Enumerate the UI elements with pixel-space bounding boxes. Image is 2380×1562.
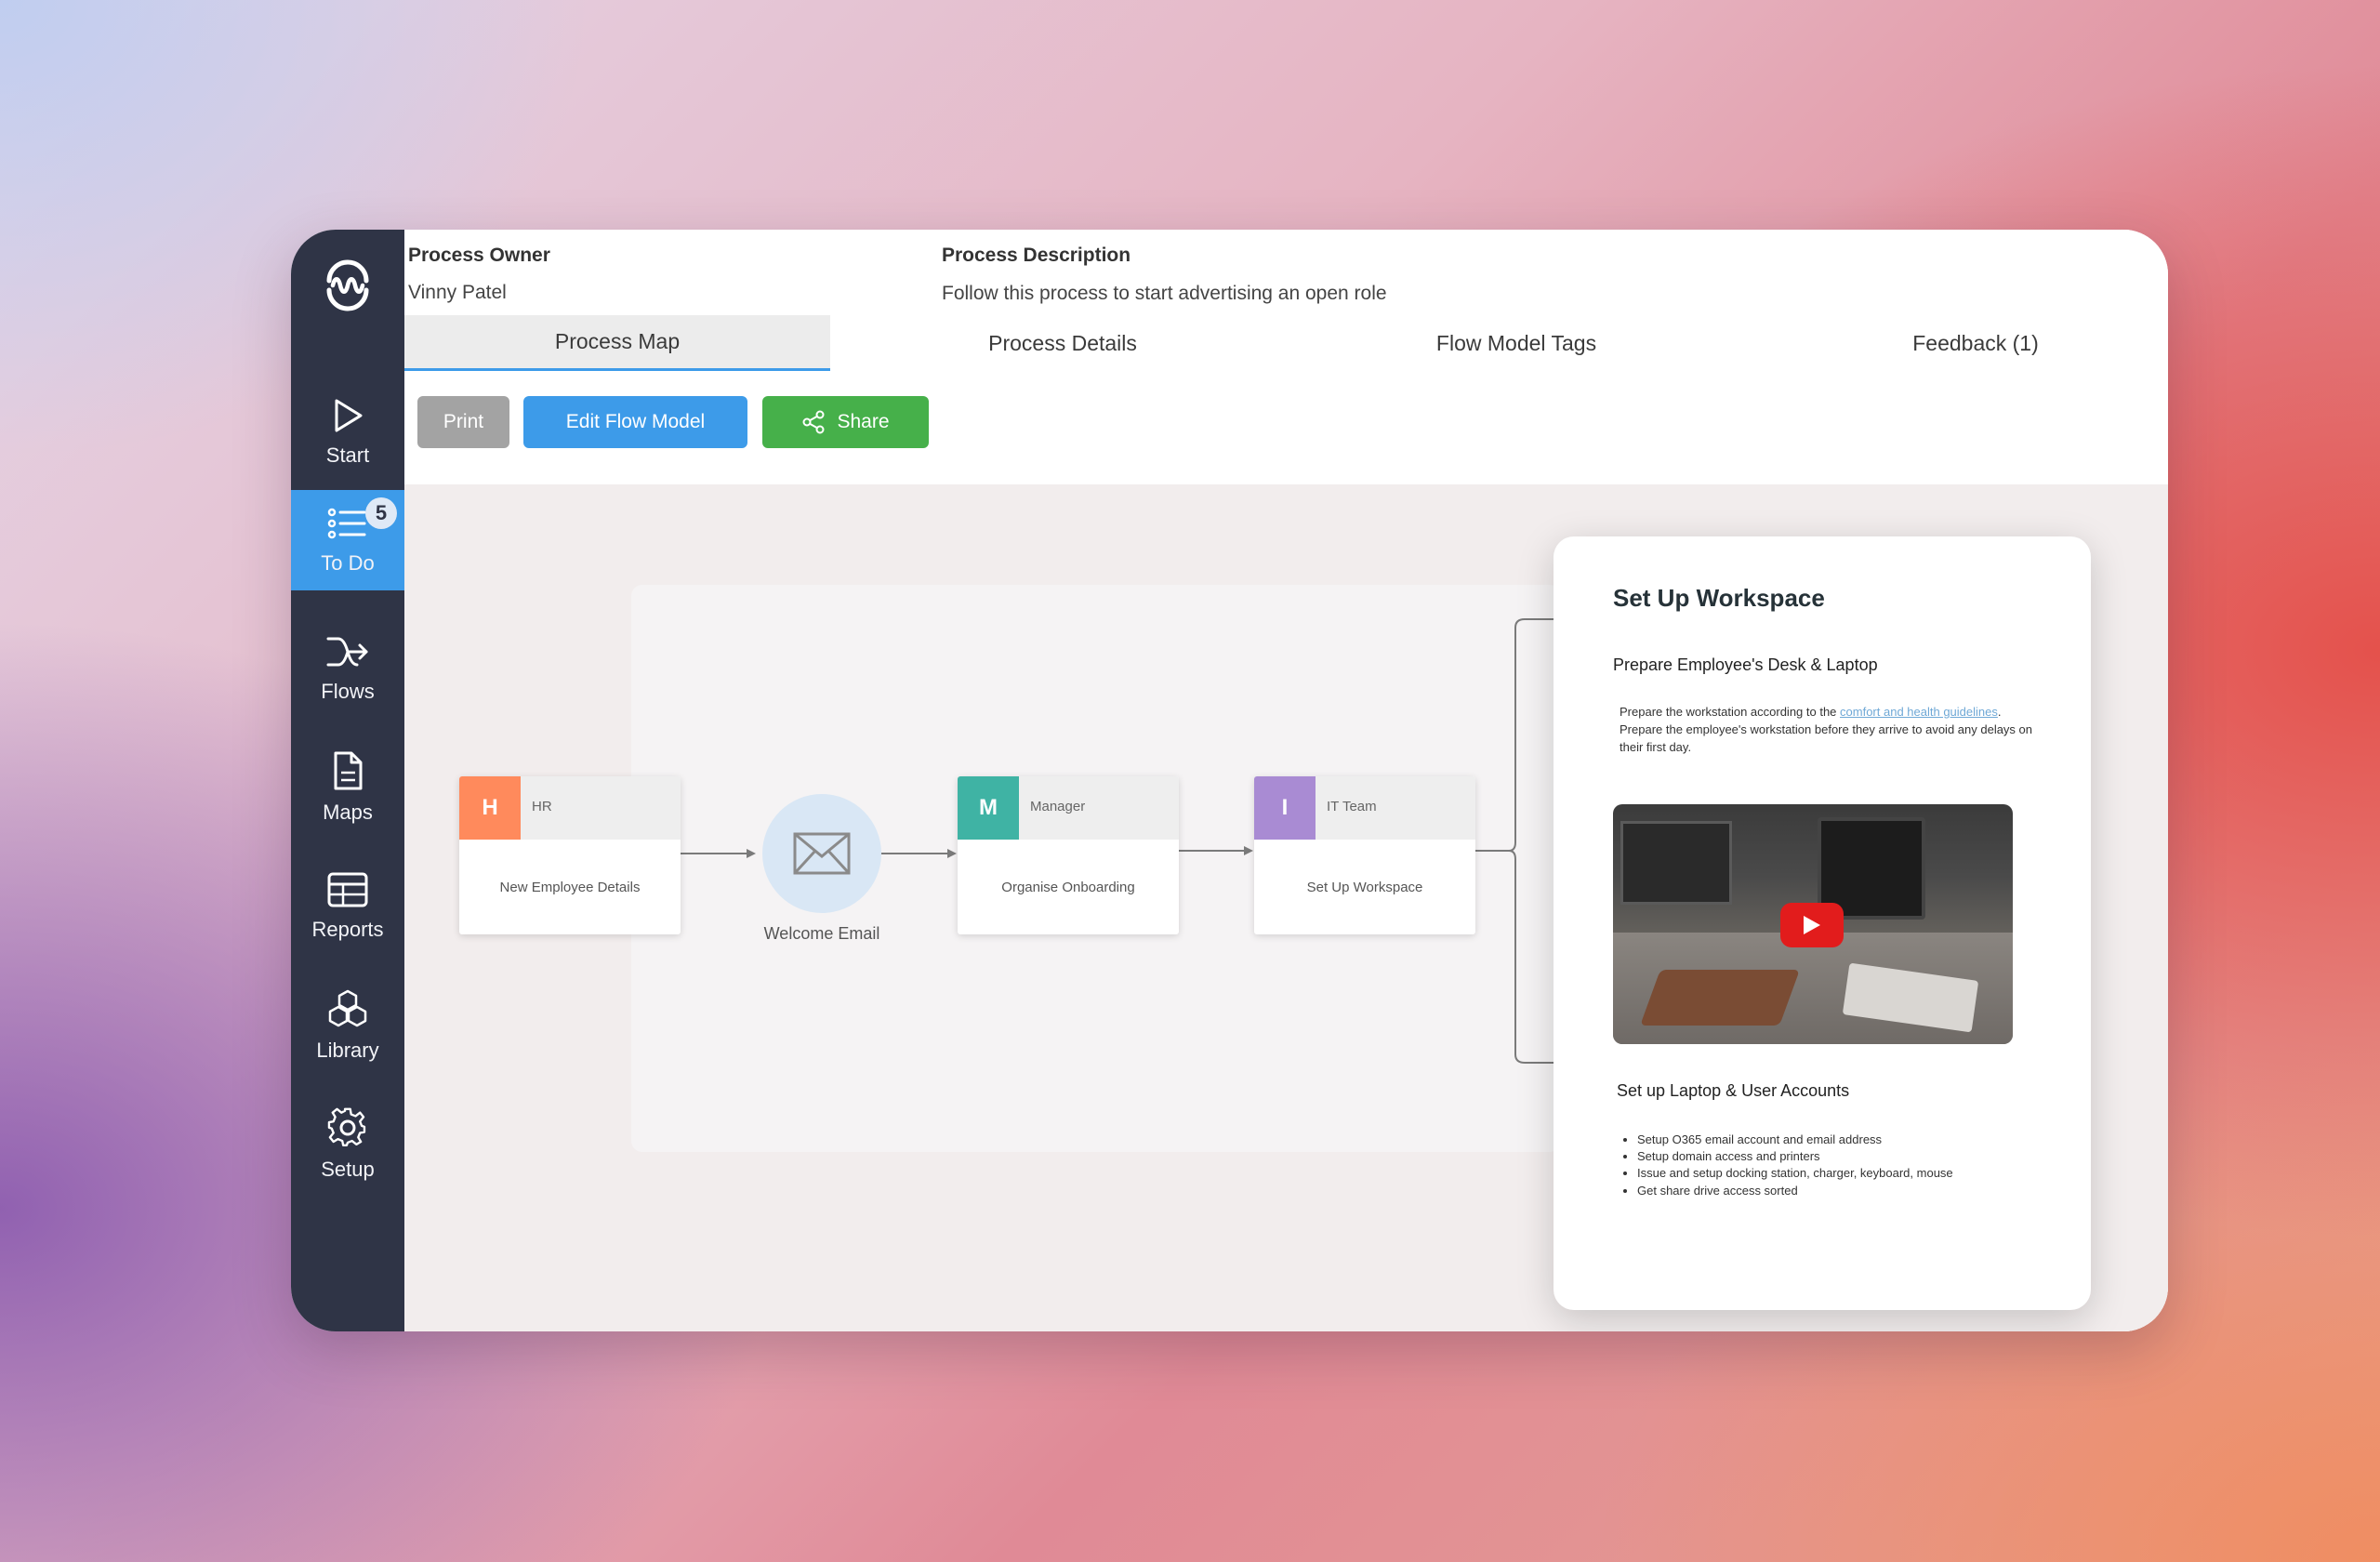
main-panel: Process Owner Vinny Patel Process Descri… xyxy=(404,230,2168,1331)
tab-process-map[interactable]: Process Map xyxy=(404,315,830,371)
boxes-icon xyxy=(328,989,367,1027)
play-icon xyxy=(1804,916,1820,934)
list-icon xyxy=(327,508,366,539)
welcome-email-label: Welcome Email xyxy=(763,924,880,943)
welcome-email-node[interactable] xyxy=(762,794,881,913)
flow-node-it-team[interactable]: I IT Team Set Up Workspace xyxy=(1254,776,1475,934)
share-button[interactable]: Share xyxy=(762,396,929,448)
process-owner-label: Process Owner xyxy=(408,245,550,266)
sidebar-item-start[interactable]: Start xyxy=(291,382,404,483)
card-title: Set Up Workspace xyxy=(1613,584,1825,612)
video-thumbnail xyxy=(1620,821,1732,905)
gear-icon xyxy=(327,1107,366,1146)
process-description-value: Follow this process to start advertising… xyxy=(942,283,1387,304)
list-item: Setup domain access and printers xyxy=(1637,1148,1953,1165)
node-task: Organise Onboarding xyxy=(1001,879,1135,895)
sidebar-item-label: To Do xyxy=(321,551,375,575)
task-detail-card: Set Up Workspace Prepare Employee's Desk… xyxy=(1554,536,2091,1310)
play-icon xyxy=(335,399,363,432)
todo-count-badge: 5 xyxy=(365,497,397,529)
node-role: IT Team xyxy=(1327,799,1377,814)
document-icon xyxy=(334,751,363,790)
checklist: Setup O365 email account and email addre… xyxy=(1637,1132,1953,1199)
list-item: Issue and setup docking station, charger… xyxy=(1637,1165,1953,1182)
sidebar-item-label: Maps xyxy=(323,801,373,824)
sidebar: Start To Do 5 Flows Maps Reports Library… xyxy=(291,230,404,1331)
app-logo[interactable] xyxy=(291,248,404,323)
tab-feedback[interactable]: Feedback (1) xyxy=(1836,315,2115,371)
app-window: Start To Do 5 Flows Maps Reports Library… xyxy=(291,230,2168,1331)
tab-flow-model-tags[interactable]: Flow Model Tags xyxy=(1377,315,1656,371)
card-section-title: Set up Laptop & User Accounts xyxy=(1617,1081,1850,1100)
tab-process-details[interactable]: Process Details xyxy=(923,315,1202,371)
flow-node-hr[interactable]: H HR New Employee Details xyxy=(459,776,681,934)
share-icon xyxy=(802,410,825,434)
sidebar-item-label: Library xyxy=(316,1039,379,1062)
process-owner-value: Vinny Patel xyxy=(408,282,507,303)
node-task: Set Up Workspace xyxy=(1306,879,1423,895)
flow-node-manager[interactable]: M Manager Organise Onboarding xyxy=(958,776,1179,934)
sidebar-item-setup[interactable]: Setup xyxy=(291,1094,404,1195)
share-button-label: Share xyxy=(837,411,890,432)
node-header: I IT Team xyxy=(1254,776,1475,840)
video-player[interactable] xyxy=(1613,804,2013,1044)
card-section-title: Prepare Employee's Desk & Laptop xyxy=(1613,655,1878,674)
flow-icon xyxy=(326,637,368,667)
node-role: HR xyxy=(532,799,552,814)
envelope-icon xyxy=(793,832,851,875)
sidebar-item-flows[interactable]: Flows xyxy=(291,618,404,719)
node-task: New Employee Details xyxy=(499,879,641,895)
table-icon xyxy=(327,872,368,907)
list-item: Setup O365 email account and email addre… xyxy=(1637,1132,1953,1148)
play-button[interactable] xyxy=(1780,903,1844,947)
sidebar-item-label: Flows xyxy=(321,680,375,703)
node-header: M Manager xyxy=(958,776,1179,840)
node-avatar: I xyxy=(1254,776,1316,840)
list-item: Get share drive access sorted xyxy=(1637,1183,1953,1199)
sidebar-item-maps[interactable]: Maps xyxy=(291,737,404,838)
card-paragraph: Prepare the workstation according to the… xyxy=(1620,704,2047,757)
sidebar-item-label: Reports xyxy=(311,918,384,941)
sidebar-item-todo[interactable]: To Do 5 xyxy=(291,490,404,590)
guidelines-link[interactable]: comfort and health guidelines xyxy=(1840,705,1998,719)
card-paragraph-text: Prepare the workstation according to the xyxy=(1620,705,1841,719)
sidebar-item-label: Setup xyxy=(321,1158,375,1181)
node-role: Manager xyxy=(1030,799,1086,814)
edit-flow-model-button[interactable]: Edit Flow Model xyxy=(523,396,747,448)
sidebar-item-reports[interactable]: Reports xyxy=(291,856,404,957)
node-avatar: H xyxy=(459,776,521,840)
print-button[interactable]: Print xyxy=(417,396,509,448)
process-description-label: Process Description xyxy=(942,245,1131,266)
video-thumbnail xyxy=(1640,970,1800,1026)
node-avatar: M xyxy=(958,776,1019,840)
sidebar-item-library[interactable]: Library xyxy=(291,975,404,1076)
sidebar-item-label: Start xyxy=(325,443,370,467)
node-header: H HR xyxy=(459,776,681,840)
